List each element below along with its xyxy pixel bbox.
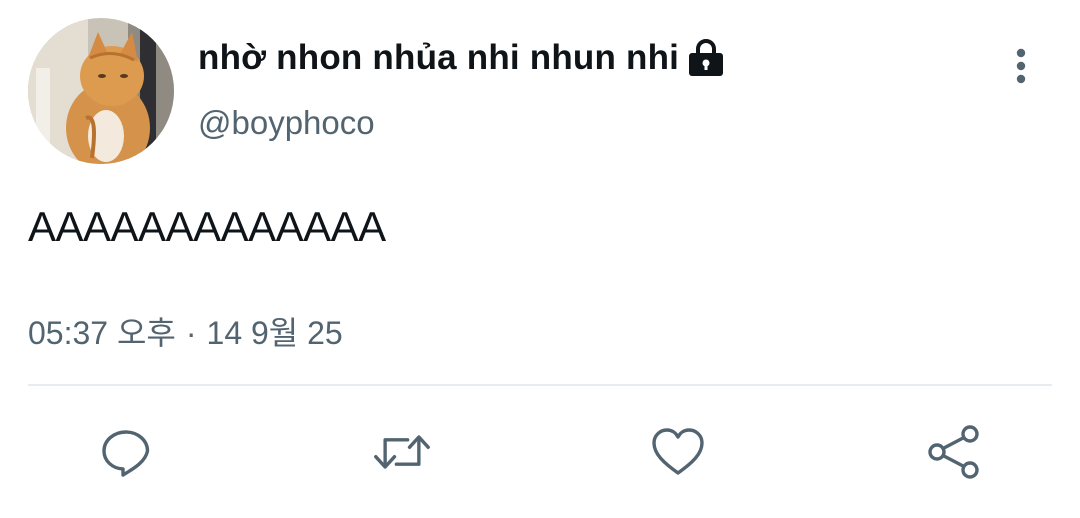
share-button[interactable] [924,422,984,482]
more-vertical-icon [1016,48,1026,84]
retweet-icon [374,435,430,469]
avatar[interactable] [28,18,174,164]
user-handle[interactable]: @boyphoco [198,104,375,142]
share-icon [928,425,979,479]
display-name-text: nhờ nhon nhủa nhi nhun nhi [198,38,680,77]
heart-icon [652,428,704,475]
divider [28,384,1052,386]
retweet-button[interactable] [372,422,432,482]
timestamp[interactable]: 05:37 오후 · 14 9월 25 [28,308,343,354]
reply-icon [102,430,150,477]
avatar-image [28,18,174,164]
timestamp-time: 05:37 오후 [28,315,176,351]
display-name[interactable]: nhờ nhon nhủa nhi nhun nhi [198,38,725,78]
timestamp-date: 14 9월 25 [206,315,343,351]
timestamp-separator: · [185,315,197,351]
reply-button[interactable] [96,422,156,482]
like-button[interactable] [648,422,708,482]
more-options-button[interactable] [1002,44,1040,88]
tweet-text: AAAAAAAAAAAAA [28,203,386,250]
lock-icon [687,38,725,78]
